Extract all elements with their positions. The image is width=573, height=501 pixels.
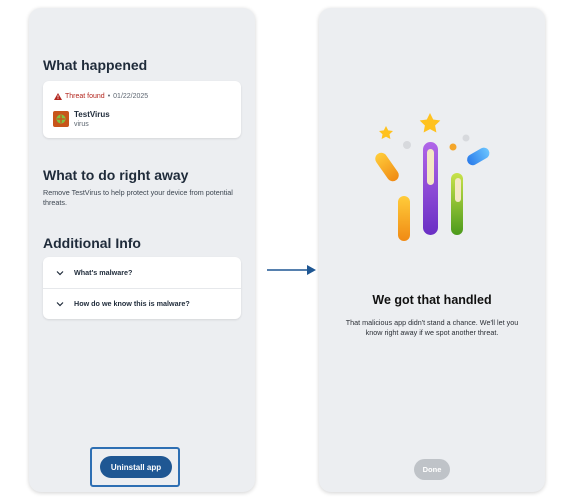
additional-info-list: What's malware? How do we know this is m… (43, 257, 241, 319)
threat-status: Threat found (65, 93, 105, 100)
warning-triangle-icon (54, 93, 62, 100)
uninstall-app-button[interactable]: Uninstall app (100, 456, 172, 478)
accordion-label: What's malware? (74, 268, 133, 277)
threat-status-line: Threat found • 01/22/2025 (54, 93, 148, 100)
what-happened-heading: What happened (43, 57, 148, 73)
handled-description: That malicious app didn't stand a chance… (345, 318, 519, 337)
chevron-down-icon (56, 270, 64, 275)
virus-app-icon (53, 111, 69, 127)
what-to-do-description: Remove TestVirus to help protect your de… (43, 188, 233, 207)
accordion-item-whats-malware[interactable]: What's malware? (43, 257, 241, 288)
arrow-right-icon (267, 265, 316, 275)
app-name: TestVirus (74, 110, 110, 119)
threat-handled-screen: We got that handled That malicious app d… (319, 8, 545, 492)
additional-info-heading: Additional Info (43, 235, 141, 251)
threat-card[interactable]: Threat found • 01/22/2025 TestVirus viru… (43, 81, 241, 138)
app-type: virus (74, 121, 89, 128)
done-button[interactable]: Done (414, 459, 450, 480)
accordion-label: How do we know this is malware? (74, 299, 190, 308)
threat-date: 01/22/2025 (113, 93, 149, 100)
chevron-down-icon (56, 301, 64, 306)
threat-separator: • (107, 93, 111, 100)
handled-title: We got that handled (372, 293, 492, 307)
what-to-do-heading: What to do right away (43, 167, 189, 183)
threat-details-screen: What happened Threat found • 01/22/2025 … (29, 8, 255, 492)
accordion-item-how-we-know[interactable]: How do we know this is malware? (43, 288, 241, 319)
celebration-illustration (375, 113, 490, 241)
